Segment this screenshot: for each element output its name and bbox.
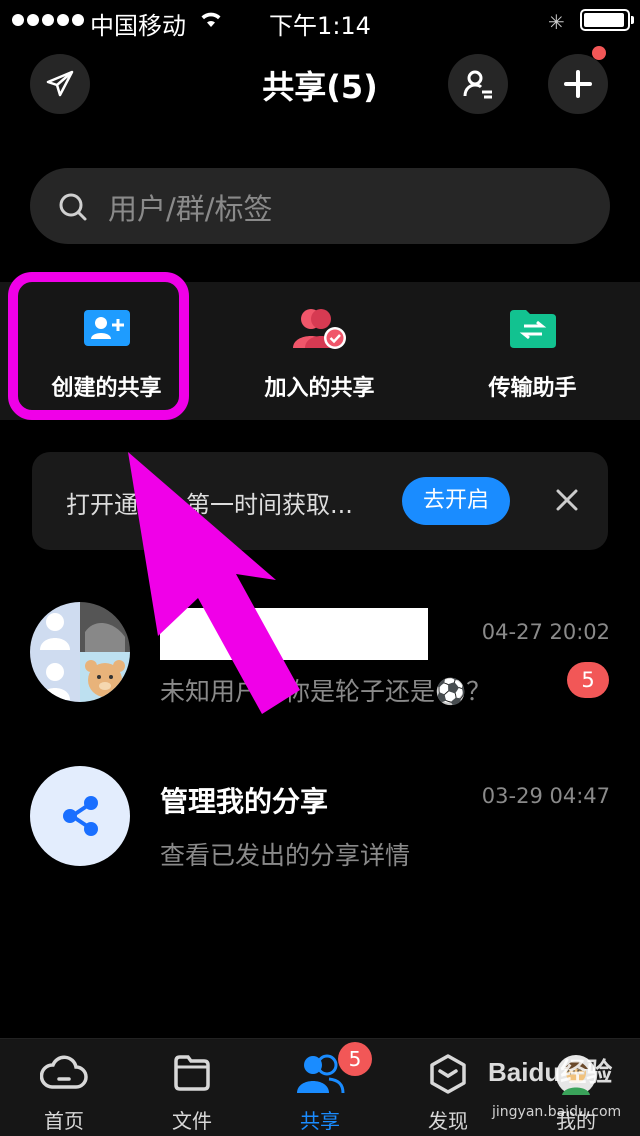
watermark-brand: Baidu经验 xyxy=(488,1057,613,1087)
conversation-time: 03-29 04:47 xyxy=(481,784,610,808)
enable-notification-button[interactable]: 去开启 xyxy=(402,477,510,525)
folder-icon xyxy=(174,1055,210,1091)
group-avatar xyxy=(30,602,130,702)
transfer-assistant-button[interactable]: 传输助手 xyxy=(426,282,639,420)
add-button[interactable] xyxy=(548,54,608,114)
search-icon xyxy=(59,193,87,221)
discover-box-icon xyxy=(430,1054,466,1094)
tab-badge: 5 xyxy=(338,1042,372,1076)
contacts-button[interactable] xyxy=(448,54,508,114)
transfer-assistant-label: 传输助手 xyxy=(488,376,577,401)
unread-badge: 5 xyxy=(567,662,609,698)
tab-label: 首页 xyxy=(44,1109,84,1133)
watermark-url: jingyan.baidu.com xyxy=(492,1104,622,1120)
share-avatar xyxy=(30,766,130,866)
joined-shares-button[interactable]: 加入的共享 xyxy=(213,282,426,420)
tab-home[interactable]: 首页 xyxy=(0,1039,128,1136)
search-input[interactable]: 用户/群/标签 xyxy=(30,168,610,244)
notification-banner: 打开通知，第一时间获取... 去开启 xyxy=(32,452,608,550)
search-placeholder: 用户/群/标签 xyxy=(108,192,273,226)
watermark: Baidu经验 jingyan.baidu.com xyxy=(488,1046,638,1132)
plus-icon xyxy=(564,70,592,98)
loading-spinner-icon: ✳ xyxy=(548,10,565,34)
notification-dot xyxy=(592,46,606,60)
cloud-home-icon xyxy=(40,1055,88,1089)
conversation-message: 查看已发出的分享详情 xyxy=(160,841,411,870)
redacted-name xyxy=(160,608,428,660)
joined-shares-label: 加入的共享 xyxy=(264,376,375,401)
joined-users-icon xyxy=(292,309,346,349)
status-time: 下午1:14 xyxy=(269,12,371,40)
highlight-box xyxy=(8,272,189,420)
tab-label: 文件 xyxy=(172,1109,212,1133)
conversation-item[interactable]: 管理我的分享 03-29 04:47 查看已发出的分享详情 xyxy=(0,766,640,886)
page-title: 共享(5) xyxy=(262,68,378,106)
conversation-time: 04-27 20:02 xyxy=(481,620,610,644)
banner-text: 打开通知，第一时间获取... xyxy=(66,491,353,519)
tab-label: 共享 xyxy=(300,1109,340,1133)
share-icon xyxy=(63,796,98,836)
conversation-name: 管理我的分享 xyxy=(160,785,329,818)
tab-files[interactable]: 文件 xyxy=(128,1039,256,1136)
conversation-message: 未知用户：你是轮子还是⚽？ xyxy=(160,677,492,706)
conversation-item[interactable]: 04-27 20:02 未知用户：你是轮子还是⚽？ 5 xyxy=(0,602,640,722)
close-icon[interactable] xyxy=(552,485,582,515)
battery-icon xyxy=(580,9,634,31)
status-bar: 中国移动 下午1:14 ✳ xyxy=(0,0,640,40)
transfer-folder-icon xyxy=(509,310,556,348)
contacts-icon xyxy=(463,70,492,99)
